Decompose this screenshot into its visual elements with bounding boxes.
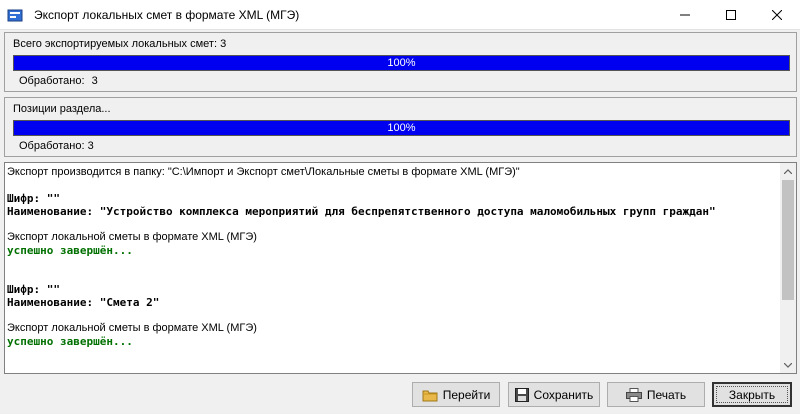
total-export-label: Всего экспортируемых локальных смет: 3 (13, 38, 227, 50)
section-positions-label: Позиции раздела... (13, 103, 111, 115)
log-code-1: Шифр: "" (7, 192, 60, 205)
maximize-button[interactable] (708, 0, 754, 30)
minimize-icon (680, 14, 690, 16)
total-processed-label: Обработано: (19, 75, 85, 87)
close-icon (772, 10, 782, 20)
goto-button-label: Перейти (442, 387, 491, 402)
folder-icon (422, 390, 438, 401)
log-export-2: Экспорт локальной сметы в формате XML (М… (7, 322, 257, 334)
log-success-1: успешно завершён... (7, 244, 133, 257)
log-scrollbar[interactable] (780, 163, 796, 373)
title-bar: Экспорт локальных смет в формате XML (МГ… (0, 0, 800, 30)
close-window-button[interactable] (754, 0, 800, 30)
floppy-disk-icon (514, 387, 529, 402)
close-button[interactable]: Закрыть (712, 382, 792, 407)
log-name-2: Наименование: "Смета 2" (7, 296, 160, 309)
positions-progress-bar: 100% (13, 120, 790, 136)
goto-button[interactable]: Перейти (412, 382, 500, 407)
maximize-icon (726, 10, 736, 20)
log-export-folder: Экспорт производится в папку: "C:\Импорт… (7, 166, 520, 178)
log-code-2: Шифр: "" (7, 283, 60, 296)
total-progress-bar: 100% (13, 55, 790, 71)
scroll-up-button[interactable] (780, 163, 796, 179)
save-button-label: Сохранить (533, 387, 594, 402)
window-title: Экспорт локальных смет в формате XML (МГ… (34, 8, 300, 22)
export-log[interactable]: Экспорт производится в папку: "C:\Импорт… (4, 162, 797, 374)
log-export-1: Экспорт локальной сметы в формате XML (М… (7, 231, 257, 243)
log-success-2: успешно завершён... (7, 335, 133, 348)
chevron-down-icon (784, 362, 792, 368)
positions-progress-text: 100% (387, 122, 416, 134)
minimize-button[interactable] (662, 0, 708, 30)
close-button-label: Закрыть (728, 387, 776, 402)
total-progress-text: 100% (387, 57, 416, 69)
scroll-thumb[interactable] (782, 180, 794, 300)
chevron-up-icon (784, 168, 792, 174)
log-name-1: Наименование: "Устройство комплекса меро… (7, 205, 716, 218)
print-button[interactable]: Печать (607, 382, 705, 407)
total-export-panel: Всего экспортируемых локальных смет: 3 1… (4, 32, 797, 92)
total-processed-value: 3 (91, 75, 98, 87)
save-button[interactable]: Сохранить (508, 382, 600, 407)
print-button-label: Печать (646, 387, 687, 402)
scroll-down-button[interactable] (780, 357, 796, 373)
total-processed: Обработано: 3 (19, 75, 98, 87)
section-positions-panel: Позиции раздела... 100% Обработано: 3 (4, 97, 797, 157)
positions-processed: Обработано: 3 (19, 140, 94, 152)
printer-icon (625, 387, 642, 402)
app-icon (7, 9, 23, 22)
